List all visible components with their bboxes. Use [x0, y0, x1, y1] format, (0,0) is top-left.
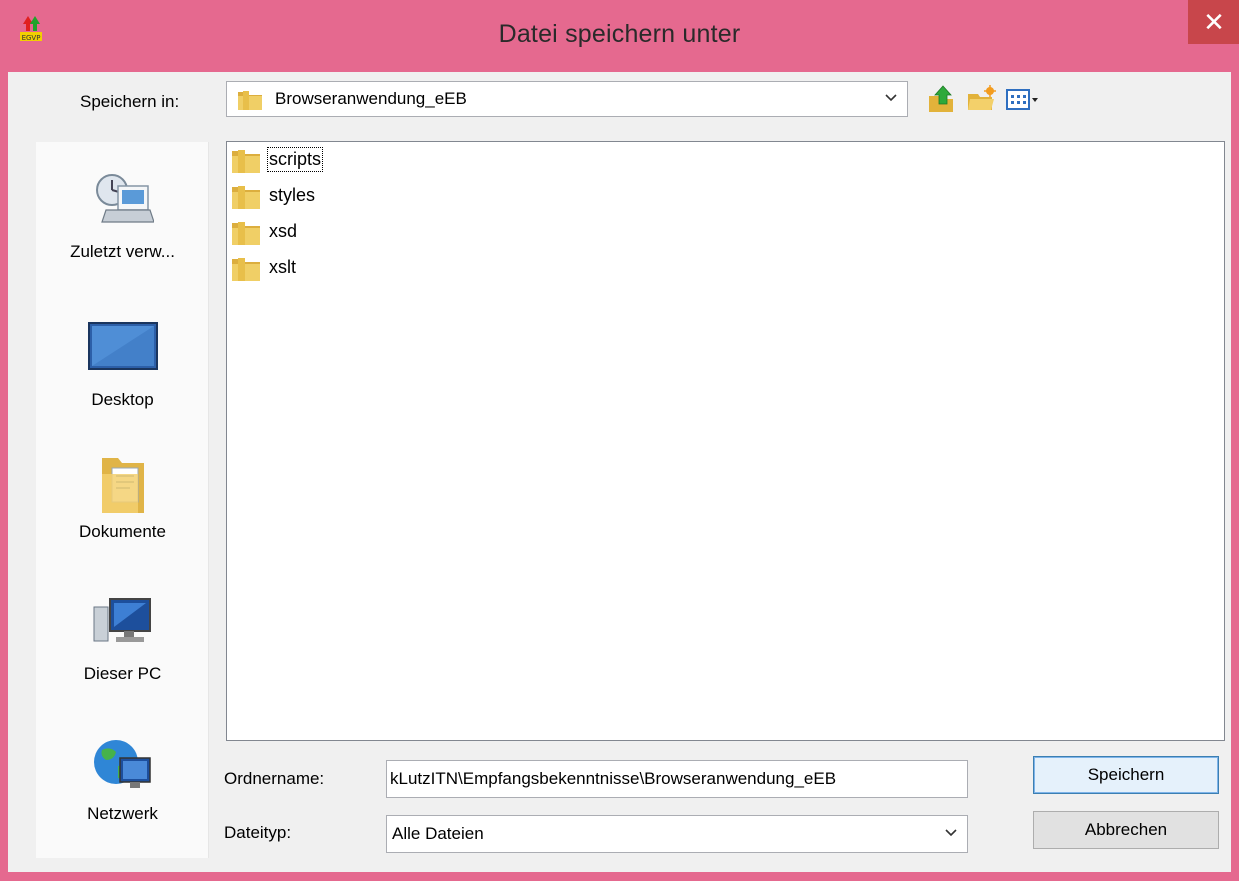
file-type-label: Dateityp:	[224, 823, 292, 842]
save-in-value: Browseranwendung_eEB	[275, 89, 467, 108]
place-label: Netzwerk	[87, 804, 158, 823]
place-label: Zuletzt verw...	[70, 242, 175, 261]
place-recent[interactable]: Zuletzt verw...	[36, 142, 209, 272]
folder-icon	[232, 186, 260, 209]
save-button[interactable]: Speichern	[1033, 756, 1219, 794]
file-type-value: Alle Dateien	[392, 824, 484, 843]
title-bar[interactable]: EGVP Datei speichern unter ✕	[0, 0, 1239, 72]
file-name: xsd	[269, 221, 298, 241]
place-this-pc[interactable]: Dieser PC	[36, 592, 209, 722]
place-label: Dieser PC	[83, 664, 162, 683]
save-dialog-window: EGVP Datei speichern unter ✕ Speichern i…	[0, 0, 1239, 881]
new-folder-icon[interactable]	[966, 84, 996, 114]
file-list[interactable]: scripts styles xsd xslt	[226, 141, 1225, 741]
file-name: xslt	[269, 257, 296, 277]
dialog-body: Speichern in: Browseranwendung_eEB Zulet…	[8, 72, 1231, 872]
file-name: scripts	[266, 147, 324, 172]
computer-icon	[93, 598, 151, 642]
save-in-label: Speichern in:	[80, 92, 180, 111]
cancel-button[interactable]: Abbrechen	[1033, 811, 1219, 849]
place-desktop[interactable]: Desktop	[36, 282, 209, 412]
window-title: Datei speichern unter	[498, 20, 741, 48]
network-icon	[93, 740, 151, 788]
place-documents[interactable]: Dokumente	[36, 452, 209, 582]
place-label: Desktop	[91, 390, 154, 409]
close-button[interactable]: ✕	[1188, 0, 1239, 44]
file-type-combobox[interactable]: Alle Dateien	[386, 815, 968, 853]
folder-icon	[232, 150, 260, 173]
folder-icon	[232, 222, 260, 245]
recent-places-icon	[95, 174, 154, 223]
folder-name-value: kLutzITN\Empfangsbekenntnisse\Browseranw…	[390, 769, 837, 788]
places-bar: Zuletzt verw... Desktop Dokumente Dieser…	[36, 142, 209, 858]
file-name: styles	[269, 185, 316, 205]
desktop-icon	[87, 322, 158, 370]
documents-icon	[101, 458, 144, 513]
folder-name-input[interactable]: kLutzITN\Empfangsbekenntnisse\Browseranw…	[386, 760, 968, 798]
view-menu-icon[interactable]	[1004, 84, 1044, 114]
folder-name-label: Ordnername:	[224, 769, 325, 788]
place-label: Dokumente	[79, 522, 166, 541]
chevron-down-icon	[885, 94, 897, 102]
chevron-down-icon	[945, 829, 957, 837]
folder-icon	[232, 258, 260, 281]
place-network[interactable]: Netzwerk	[36, 732, 209, 858]
up-one-level-icon[interactable]	[926, 84, 956, 114]
save-in-combobox[interactable]: Browseranwendung_eEB	[226, 81, 908, 117]
folder-icon	[238, 91, 262, 110]
